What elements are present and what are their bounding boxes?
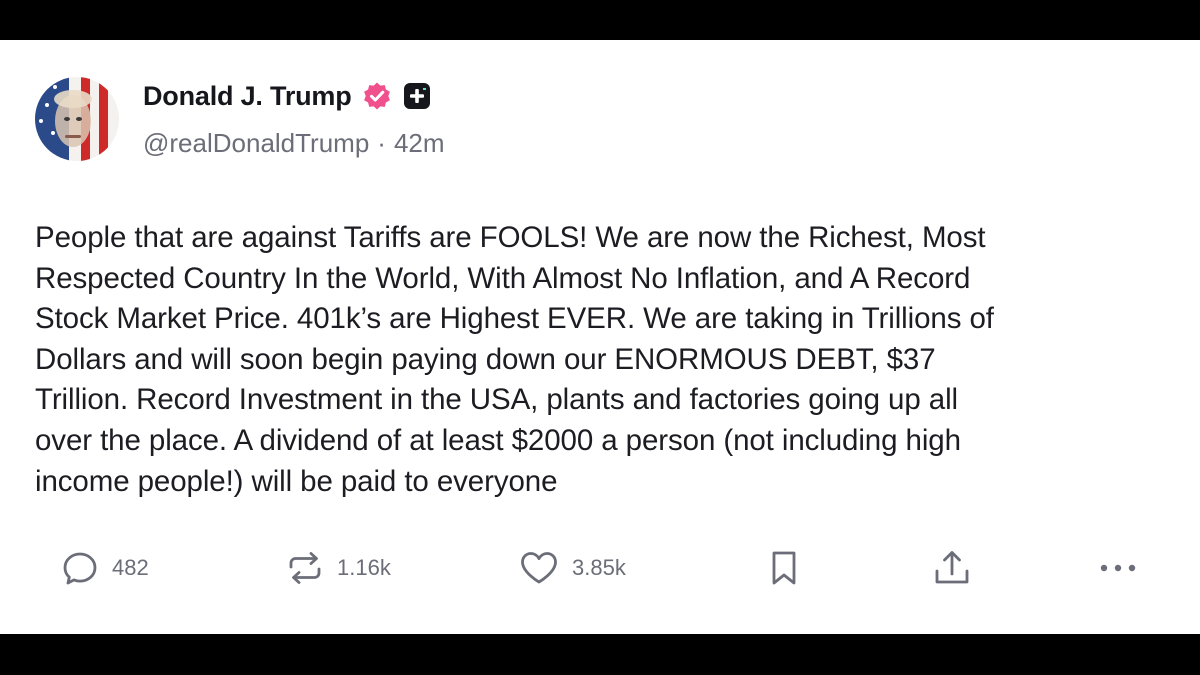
- reply-count: 482: [112, 555, 149, 580]
- like-button[interactable]: 3.85k: [518, 540, 626, 596]
- more-dots-icon: [1100, 564, 1136, 572]
- like-count: 3.85k: [572, 555, 626, 580]
- author-handle[interactable]: @realDonaldTrump: [143, 128, 369, 159]
- reply-bubble-icon: [63, 552, 97, 585]
- share-button[interactable]: [931, 540, 973, 596]
- author-handle-row: @realDonaldTrump · 42m: [143, 128, 445, 159]
- letterbox-top-bar: [0, 0, 1200, 40]
- more-options-button[interactable]: [1097, 540, 1139, 596]
- avatar[interactable]: [35, 77, 119, 161]
- bookmark-icon: [772, 551, 796, 585]
- plus-square-icon: [402, 81, 432, 111]
- retruth-count: 1.16k: [337, 555, 391, 580]
- author-display-name[interactable]: Donald J. Trump: [143, 81, 352, 112]
- retruth-button[interactable]: 1.16k: [285, 540, 391, 596]
- repost-icon: [289, 552, 321, 584]
- post-action-bar: 482 1.16k 3.85k: [0, 540, 1200, 596]
- post-text: People that are against Tariffs are FOOL…: [35, 221, 994, 498]
- bookmark-button[interactable]: [764, 540, 804, 596]
- share-upload-icon: [935, 551, 969, 584]
- heart-icon: [521, 552, 557, 584]
- author-name-row: Donald J. Trump: [143, 78, 432, 114]
- reply-button[interactable]: 482: [60, 540, 149, 596]
- post-timestamp[interactable]: 42m: [394, 128, 445, 159]
- flag-portrait-avatar-icon: [35, 77, 119, 161]
- post-card: Donald J. Trump @realDonaldTrump · 42m P…: [0, 40, 1200, 634]
- handle-time-separator: ·: [377, 128, 386, 158]
- verified-badge-icon: [362, 81, 392, 111]
- letterbox-bottom-bar: [0, 634, 1200, 675]
